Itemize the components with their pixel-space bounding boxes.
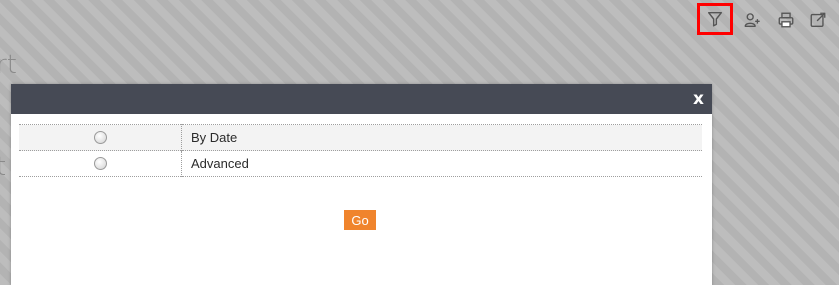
filter-button[interactable] xyxy=(697,3,733,35)
add-user-button[interactable] xyxy=(738,6,766,34)
option-label: Advanced xyxy=(191,156,249,171)
export-button[interactable] xyxy=(804,6,832,34)
close-button[interactable]: x xyxy=(693,88,704,110)
add-user-icon xyxy=(744,13,760,27)
advanced-radio[interactable] xyxy=(93,156,107,170)
option-label: By Date xyxy=(191,130,238,145)
by-date-radio[interactable] xyxy=(93,130,107,144)
filter-dialog: x By Date Advanced Go xyxy=(11,84,712,285)
background-text-fragment: t xyxy=(0,152,7,182)
print-icon xyxy=(778,12,794,28)
radio-cell xyxy=(19,124,182,151)
toolbar xyxy=(694,2,839,38)
filter-options-table: By Date Advanced xyxy=(19,124,702,177)
option-row-advanced: Advanced xyxy=(19,150,702,177)
dialog-header: x xyxy=(11,84,712,114)
radio-cell xyxy=(19,150,182,177)
export-icon xyxy=(810,12,826,27)
background-text-fragment: rt xyxy=(0,50,17,80)
go-button[interactable]: Go xyxy=(344,210,376,230)
filter-icon xyxy=(707,11,723,27)
print-button[interactable] xyxy=(772,6,800,34)
option-row-by-date: By Date xyxy=(19,124,702,151)
